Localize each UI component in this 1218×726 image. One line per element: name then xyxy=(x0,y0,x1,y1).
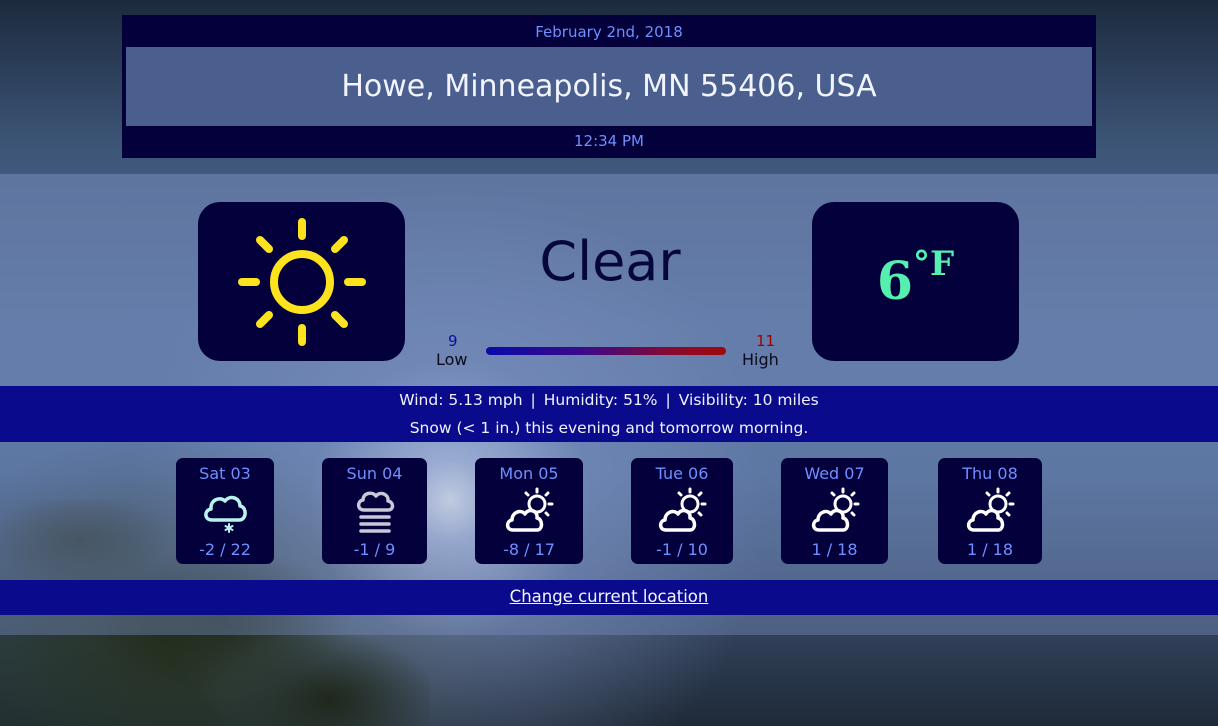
forecast-day-card: Tue 06 -1 / 10 xyxy=(631,458,733,564)
high-temp-value: 11 xyxy=(756,332,776,350)
footer-shade xyxy=(0,615,1218,635)
partly-cloudy-icon xyxy=(505,487,554,532)
partly-cloudy-icon xyxy=(658,487,707,532)
partly-cloudy-icon xyxy=(966,487,1015,532)
high-temp-label: High xyxy=(742,350,779,369)
forecast-temps: -2 / 22 xyxy=(199,540,251,559)
current-date: February 2nd, 2018 xyxy=(535,23,683,41)
temperature-range: 9 Low 11 High xyxy=(430,332,790,372)
low-temp-value: 9 xyxy=(448,332,458,350)
forecast-day-label: Thu 08 xyxy=(962,464,1018,483)
forecast-day-label: Wed 07 xyxy=(804,464,865,483)
forecast-day-card: Sat 03 -2 / 22 xyxy=(176,458,274,564)
forecast-day-label: Sun 04 xyxy=(346,464,403,483)
current-icon-card xyxy=(198,202,405,361)
current-conditions: Clear 9 Low 11 High 6 °F xyxy=(0,174,1218,386)
footer-bar: Change current location xyxy=(0,580,1218,615)
forecast-strip: Sat 03 -2 / 22 Sun 04 -1 / 9 Mon 05 -8 /… xyxy=(0,442,1218,580)
location-title: Howe, Minneapolis, MN 55406, USA xyxy=(341,69,877,104)
forecast-temps: -1 / 10 xyxy=(656,540,708,559)
weather-summary: Clear xyxy=(539,230,681,293)
forecast-text: Snow (< 1 in.) this evening and tomorrow… xyxy=(409,419,809,437)
forecast-day-label: Tue 06 xyxy=(655,464,709,483)
humidity-stat: Humidity: 51% xyxy=(543,391,658,409)
forecast-temps: 1 / 18 xyxy=(811,540,858,559)
forecast-temps: 1 / 18 xyxy=(966,540,1014,559)
change-location-link[interactable]: Change current location xyxy=(510,587,709,606)
weather-stats: Wind: 5.13 mph | Humidity: 51% | Visibility:… xyxy=(399,391,819,409)
location-box: Howe, Minneapolis, MN 55406, USA xyxy=(126,47,1092,126)
wind-stat: Wind: 5.13 mph xyxy=(399,391,523,409)
forecast-temps: -8 / 17 xyxy=(503,540,555,559)
visibility-stat: Visibility: 10 miles xyxy=(678,391,819,409)
current-temp-card: 6 °F xyxy=(812,202,1019,361)
forecast-day-card: Thu 08 1 / 18 xyxy=(938,458,1042,564)
current-temperature: 6 xyxy=(876,251,914,312)
temperature-range-bar xyxy=(486,347,726,355)
low-temp-label: Low xyxy=(436,350,468,369)
partly-cloudy-icon xyxy=(811,487,859,532)
cloud-snow-icon xyxy=(204,495,247,533)
forecast-temps: -1 / 9 xyxy=(353,540,396,559)
forecast-day-label: Sat 03 xyxy=(199,464,251,483)
temperature-unit: °F xyxy=(913,244,955,284)
header-panel: February 2nd, 2018 Howe, Minneapolis, MN… xyxy=(122,15,1096,158)
weather-details-bar: Wind: 5.13 mph | Humidity: 51% | Visibility:… xyxy=(0,386,1218,442)
forecast-day-label: Mon 05 xyxy=(499,464,559,483)
sun-icon xyxy=(237,217,366,346)
forecast-day-card: Wed 07 1 / 18 xyxy=(781,458,888,564)
forecast-day-card: Mon 05 -8 / 17 xyxy=(475,458,583,564)
fog-icon xyxy=(356,491,394,533)
current-time: 12:34 PM xyxy=(574,132,644,150)
forecast-day-card: Sun 04 -1 / 9 xyxy=(322,458,427,564)
